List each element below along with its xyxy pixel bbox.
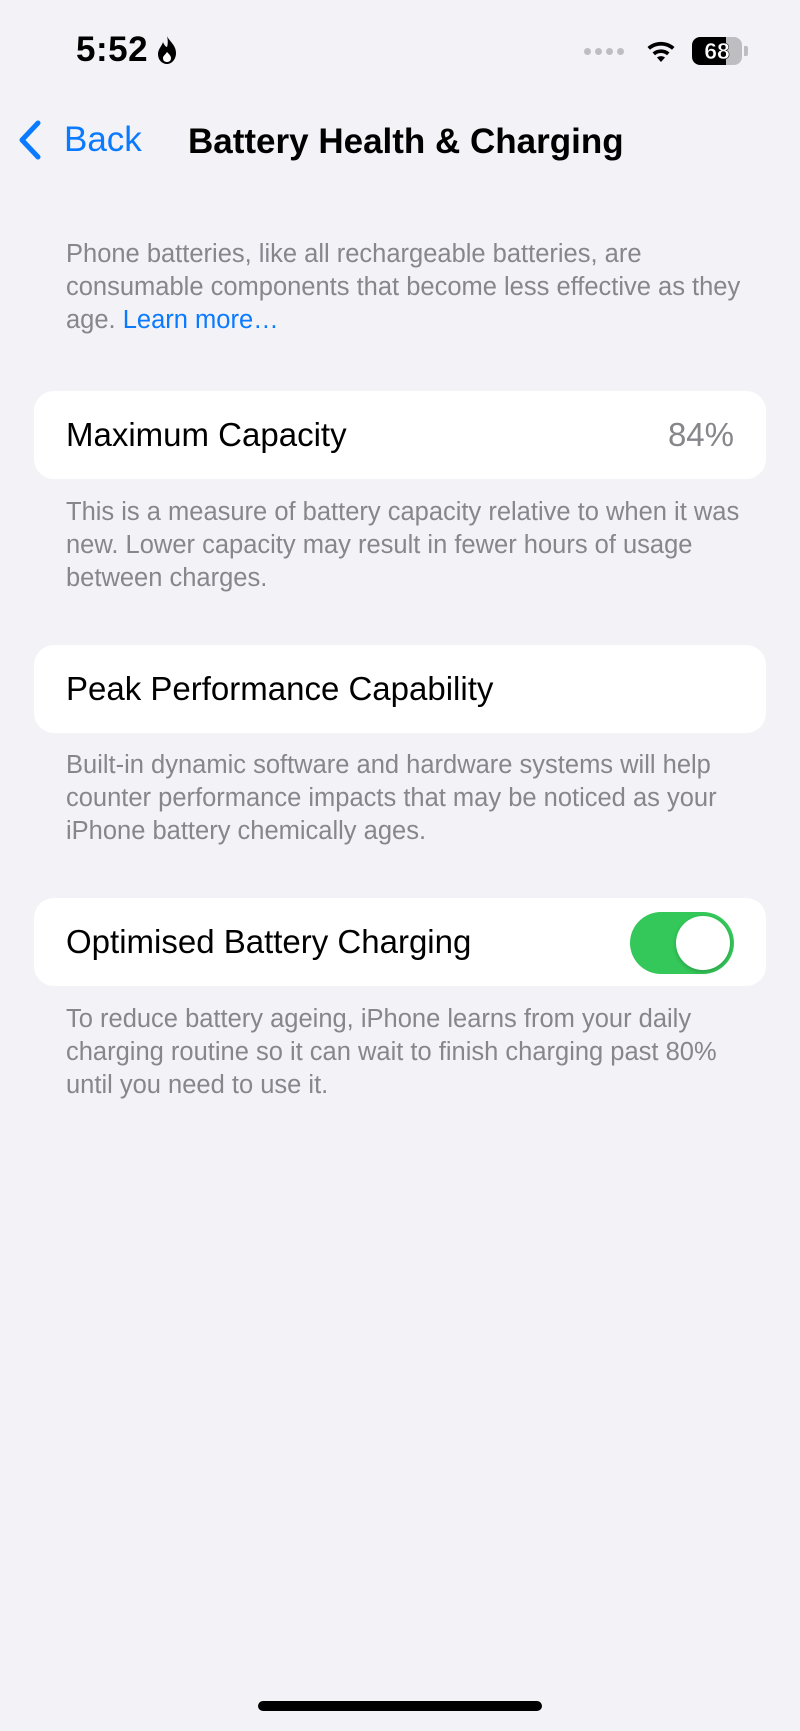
optimised-charging-toggle[interactable]	[630, 912, 734, 974]
battery-icon: 68	[692, 36, 748, 66]
maximum-capacity-row: Maximum Capacity 84%	[34, 391, 766, 479]
signal-dots-icon	[584, 47, 624, 55]
navigation-bar: Back Battery Health & Charging	[0, 110, 800, 174]
maximum-capacity-value: 84%	[667, 416, 734, 453]
status-time: 5:52	[76, 30, 180, 70]
intro-text: Phone batteries, like all rechargeable b…	[66, 238, 746, 337]
optimised-charging-row: Optimised Battery Charging	[34, 898, 766, 986]
battery-level-text: 68	[704, 37, 730, 64]
optimised-charging-label: Optimised Battery Charging	[66, 923, 472, 960]
peak-performance-row[interactable]: Peak Performance Capability	[34, 645, 766, 733]
maximum-capacity-label: Maximum Capacity	[66, 416, 347, 453]
back-label: Back	[64, 120, 142, 159]
status-time-text: 5:52	[76, 30, 149, 69]
peak-performance-label: Peak Performance Capability	[66, 670, 494, 707]
back-button[interactable]: Back	[16, 118, 142, 162]
status-bar: 5:52 68	[0, 0, 800, 110]
page-title: Battery Health & Charging	[188, 122, 624, 161]
wifi-icon	[647, 41, 675, 62]
status-indicators: 68	[584, 36, 748, 66]
learn-more-link[interactable]: Learn more…	[123, 306, 279, 334]
optimised-charging-footnote: To reduce battery ageing, iPhone learns …	[66, 1005, 717, 1099]
toggle-knob	[676, 916, 730, 970]
home-indicator	[258, 1701, 542, 1711]
chevron-left-icon	[19, 120, 41, 160]
flame-icon	[158, 36, 177, 64]
maximum-capacity-footnote: This is a measure of battery capacity re…	[66, 498, 740, 592]
peak-performance-footnote: Built-in dynamic software and hardware s…	[66, 751, 717, 845]
